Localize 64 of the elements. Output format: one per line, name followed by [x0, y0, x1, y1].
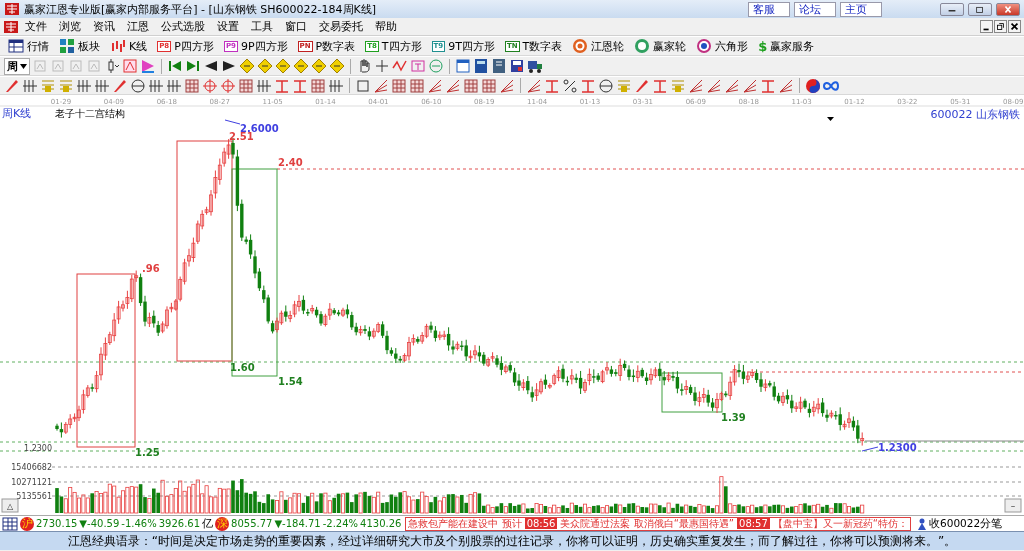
period-label: 周K线: [2, 107, 32, 120]
period-dropdown[interactable]: 周: [4, 57, 30, 75]
dollar-icon: $: [758, 38, 768, 54]
price-label: 2.51: [229, 131, 254, 142]
index-value: 8055.77: [231, 518, 273, 529]
amount-unit: 亿: [202, 516, 214, 531]
price-label: .96: [142, 263, 160, 274]
toolbar-button[interactable]: 赢家轮: [653, 38, 687, 54]
market-badge: 深: [215, 516, 230, 531]
stock-label: 600022 山东钢铁: [930, 108, 1020, 121]
toolbar-button[interactable]: 六角形: [715, 38, 749, 54]
expand-button[interactable]: –: [1004, 498, 1022, 513]
toolbar-button[interactable]: T数字表: [522, 38, 563, 54]
index-change: ▼-40.59: [79, 518, 120, 529]
toolbar-button[interactable]: P四方形: [174, 38, 214, 54]
menu-item[interactable]: 浏览: [53, 19, 87, 34]
toolbar-button[interactable]: K线: [129, 38, 148, 54]
window-title: 赢家江恩专业版[赢家内部服务平台] - [山东钢铁 SH600022-184周K线]: [24, 1, 377, 17]
news-time: 08:57: [737, 518, 770, 529]
menu-item[interactable]: 公式选股: [155, 19, 211, 34]
menu-item[interactable]: 文件: [19, 19, 53, 34]
header-link[interactable]: 主页: [840, 1, 882, 17]
volume-axis-label: 10271121: [11, 477, 52, 487]
index-amount: 3926.61: [158, 518, 201, 529]
price-label: 1.2300: [878, 442, 917, 453]
menu-item[interactable]: 设置: [211, 19, 245, 34]
index-percent: -1.46%: [121, 518, 157, 529]
header-link[interactable]: 论坛: [794, 1, 836, 17]
menu-item[interactable]: 工具: [245, 19, 279, 34]
index-value: 2730.15: [36, 518, 78, 529]
quote-text: 江恩经典语录：“时间是决定市场走势的重要因素，经过详细研究大市及个别股票的过往记录，你将可以证明，历史确实重复发生；而了解过往，你将可以预测将来。”。: [67, 532, 957, 550]
price-label: 1.25: [135, 447, 160, 458]
toolbar-button[interactable]: T四方形: [381, 38, 422, 54]
news-headline[interactable]: 美众院通过法案 取消俄白“最惠国待遇”: [560, 516, 734, 531]
price-label: 1.60: [230, 362, 255, 373]
price-label: 2.40: [278, 157, 303, 168]
menu-item[interactable]: 交易委托: [313, 19, 369, 34]
news-time: 08:56: [524, 518, 558, 529]
index-percent: -2.24%: [322, 518, 359, 529]
toolbar-button[interactable]: 江恩轮: [591, 38, 625, 54]
toolbar-button[interactable]: 板块: [78, 38, 100, 54]
toolbar-button[interactable]: 赢家服务: [770, 38, 815, 54]
volume-axis-label: 5135561: [16, 492, 52, 501]
price-axis-label: 1.2300: [24, 444, 52, 453]
price-label: 1.39: [721, 412, 746, 423]
price-label: 1.54: [278, 376, 303, 387]
news-headline[interactable]: 急救包产能在建设中 预计: [408, 516, 522, 531]
menu-item[interactable]: 帮助: [369, 19, 403, 34]
tick-data-link[interactable]: 收600022分笔: [929, 516, 1003, 531]
index-change: ▼-184.71: [274, 518, 321, 529]
menu-item[interactable]: 江恩: [121, 19, 155, 34]
toolbar-button[interactable]: 9T四方形: [448, 38, 495, 54]
collapse-button[interactable]: △: [1, 498, 19, 513]
menu-item[interactable]: 窗口: [279, 19, 313, 34]
index-amount: 4130.26: [360, 518, 402, 529]
menu-item[interactable]: 资讯: [87, 19, 121, 34]
toolbar-button[interactable]: P数字表: [315, 38, 356, 54]
indicator-title: 老子十二宫结构: [55, 108, 125, 119]
toolbar-button[interactable]: 行情: [27, 38, 49, 54]
market-badge: 沪: [20, 516, 34, 531]
toolbar-button[interactable]: 9P四方形: [240, 38, 288, 54]
news-headline[interactable]: 【盘中宝】又一新冠药“特仿：: [772, 516, 909, 531]
header-link[interactable]: 客服: [748, 1, 790, 17]
volume-axis-label: 15406682: [11, 463, 52, 472]
